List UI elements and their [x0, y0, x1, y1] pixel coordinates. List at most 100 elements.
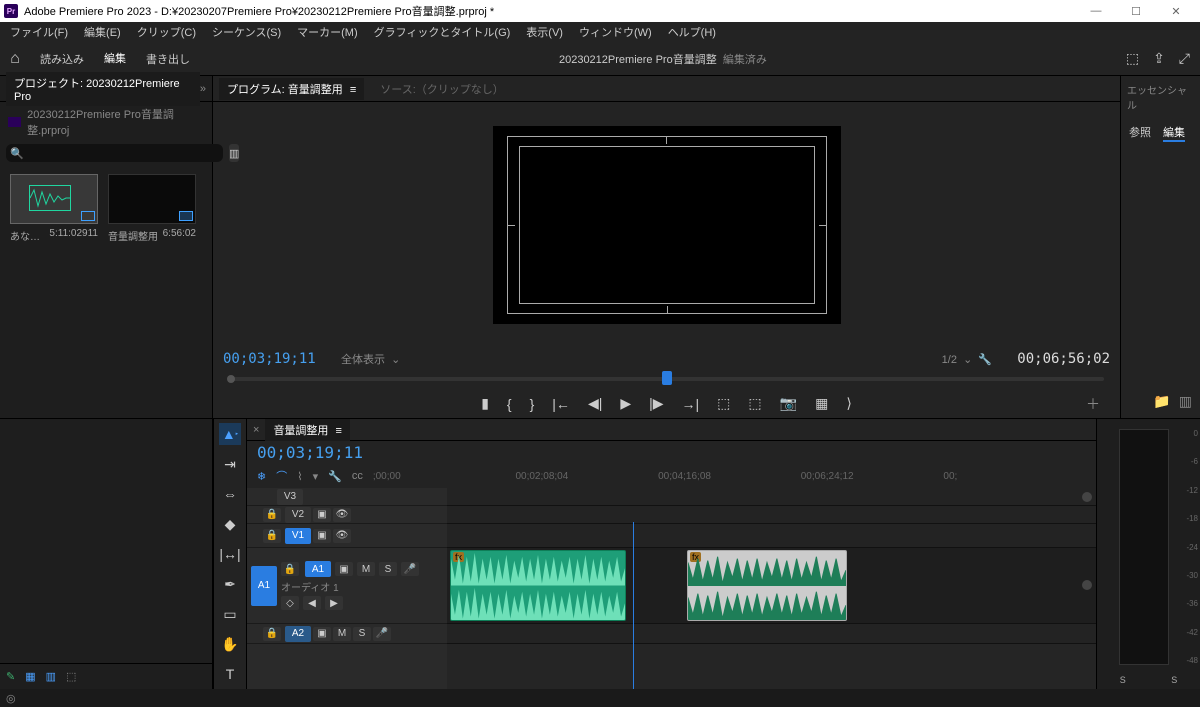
zoom-dot[interactable] [1082, 580, 1092, 590]
lift-icon[interactable]: ⬚ [717, 395, 730, 412]
essential-browse[interactable]: 参照 [1129, 124, 1151, 142]
panel-menu-icon[interactable]: ≡ [336, 425, 342, 437]
maximize-button[interactable]: ☐ [1116, 0, 1156, 22]
share-icon[interactable]: ⇪ [1153, 50, 1165, 67]
resolution-select[interactable]: 1/2 ⌄ [942, 353, 973, 366]
scrub-handle-left[interactable] [227, 375, 235, 383]
toggle-output-icon[interactable]: ▣ [335, 562, 353, 576]
lock-icon[interactable]: 🔒 [263, 627, 281, 641]
linked-sel-icon[interactable]: ⌇ [297, 470, 302, 483]
eye-icon[interactable]: 👁 [333, 529, 351, 543]
bin-thumbnail[interactable] [108, 174, 196, 224]
selection-tool[interactable]: ▲▸ [219, 423, 241, 445]
extract-icon[interactable]: ⬚ [748, 395, 761, 412]
toggle-output-icon[interactable]: ▣ [313, 627, 331, 641]
eye-icon[interactable]: 👁 [333, 508, 351, 522]
folder-icon[interactable]: 📁 [1153, 393, 1170, 410]
project-search-input[interactable] [6, 144, 223, 162]
rectangle-tool[interactable]: ▭ [219, 603, 241, 625]
export-frame-icon[interactable]: 📷 [780, 395, 797, 412]
menu-graphics[interactable]: グラフィックとタイトル(G) [368, 22, 517, 42]
track-v1-label[interactable]: V1 [285, 528, 311, 544]
icon-view-icon[interactable]: ▥ [46, 670, 56, 683]
track-a2-label[interactable]: A2 [285, 626, 311, 642]
goto-in-icon[interactable]: |← [552, 396, 570, 412]
bin-item[interactable]: あな…5:11:02911 [10, 174, 98, 243]
mute-button[interactable]: M [333, 627, 351, 641]
settings-icon[interactable]: 🔧 [328, 470, 342, 483]
voiceover-icon[interactable]: 🎤 [373, 627, 391, 641]
essential-tab[interactable]: エッセンシャル [1121, 76, 1200, 118]
track-select-tool[interactable]: ⇥ [219, 453, 241, 475]
menu-file[interactable]: ファイル(F) [4, 22, 74, 42]
workspace-import[interactable]: 読み込み [30, 45, 94, 73]
playhead-line[interactable] [633, 522, 634, 689]
bin-item[interactable]: 音量調整用6:56:02 [108, 174, 196, 243]
audio-clip[interactable]: fx [687, 550, 847, 621]
step-back-icon[interactable]: ◀| [588, 395, 602, 412]
voiceover-icon[interactable]: 🎤 [401, 562, 419, 576]
essential-edit[interactable]: 編集 [1163, 124, 1185, 142]
home-icon[interactable]: ⌂ [0, 50, 30, 68]
razor-tool[interactable]: ◆ [219, 513, 241, 535]
pen-tool[interactable]: ✒ [219, 573, 241, 595]
sequence-tab[interactable]: 音量調整用 ≡ [265, 419, 349, 441]
marker-icon[interactable]: ▾ [313, 470, 319, 483]
mark-out-icon[interactable]: } [530, 396, 535, 412]
goto-out-icon[interactable]: →| [682, 396, 700, 412]
panel-menu-icon[interactable]: ≡ [350, 84, 356, 96]
cc-status-icon[interactable]: ◎ [6, 692, 16, 705]
program-tab[interactable]: プログラム: 音量調整用 ≡ [219, 78, 364, 100]
track-lanes[interactable]: fx fx [447, 488, 1096, 689]
step-fwd-icon[interactable]: |▶ [649, 395, 663, 412]
close-seq-icon[interactable]: × [253, 424, 259, 436]
program-scrubber[interactable] [223, 369, 1110, 389]
zoom-dot[interactable] [1082, 492, 1092, 502]
time-ruler[interactable]: ;00;00 00;02;08;04 00;04;16;08 00;06;24;… [373, 471, 1086, 482]
meter-bars[interactable] [1119, 429, 1169, 665]
menu-marker[interactable]: マーカー(M) [291, 22, 364, 42]
menu-view[interactable]: 表示(V) [520, 22, 569, 42]
button-editor-icon[interactable]: ＋ [1086, 394, 1100, 414]
new-bin-button[interactable]: ▥ [229, 144, 239, 162]
next-kf-icon[interactable]: ▶ [325, 596, 343, 610]
properties-icon[interactable]: ▥ [1179, 393, 1192, 410]
slip-tool[interactable]: |↔| [219, 543, 241, 565]
cc-icon[interactable]: cc [352, 470, 363, 482]
project-tab[interactable]: プロジェクト: 20230212Premiere Pro [6, 72, 200, 106]
solo-left[interactable]: S [1120, 675, 1126, 685]
ripple-edit-tool[interactable]: ⇔ [219, 483, 241, 505]
solo-button[interactable]: S [353, 627, 371, 641]
snap-icon[interactable]: ⌒ [276, 468, 287, 484]
track-v2-label[interactable]: V2 [285, 507, 311, 523]
keyframe-icon[interactable]: ◇ [281, 596, 299, 610]
nest-icon[interactable]: ❄ [257, 470, 266, 483]
compare-icon[interactable]: ▦ [815, 395, 828, 412]
workspace-edit[interactable]: 編集 [94, 44, 136, 74]
program-out-timecode[interactable]: 00;06;56;02 [1000, 351, 1110, 367]
pencil-icon[interactable]: ✎ [6, 670, 15, 683]
close-button[interactable]: ✕ [1156, 0, 1196, 22]
lock-icon[interactable]: 🔒 [281, 562, 299, 576]
bin-thumbnail[interactable] [10, 174, 98, 224]
source-patch-a1[interactable]: A1 [251, 566, 277, 606]
solo-button[interactable]: S [379, 562, 397, 576]
bracket-icon[interactable]: ⟩ [846, 395, 851, 412]
play-icon[interactable]: ▶ [620, 395, 631, 412]
prev-kf-icon[interactable]: ◀ [303, 596, 321, 610]
menu-window[interactable]: ウィンドウ(W) [573, 22, 658, 42]
program-in-timecode[interactable]: 00;03;19;11 [223, 351, 333, 367]
toggle-output-icon[interactable]: ▣ [313, 529, 331, 543]
quick-export-icon[interactable]: ⬚ [1126, 50, 1139, 67]
minimize-button[interactable]: — [1076, 0, 1116, 22]
menu-help[interactable]: ヘルプ(H) [662, 22, 722, 42]
mute-button[interactable]: M [357, 562, 375, 576]
project-overflow-icon[interactable] [200, 83, 206, 95]
program-viewport[interactable] [493, 126, 841, 324]
lock-icon[interactable]: 🔒 [263, 508, 281, 522]
hand-tool[interactable]: ✋ [219, 633, 241, 655]
menu-edit[interactable]: 編集(E) [78, 22, 127, 42]
fullscreen-icon[interactable]: ⤢ [1179, 50, 1190, 67]
list-view-icon[interactable]: ▦ [25, 670, 35, 683]
menu-sequence[interactable]: シーケンス(S) [206, 22, 287, 42]
